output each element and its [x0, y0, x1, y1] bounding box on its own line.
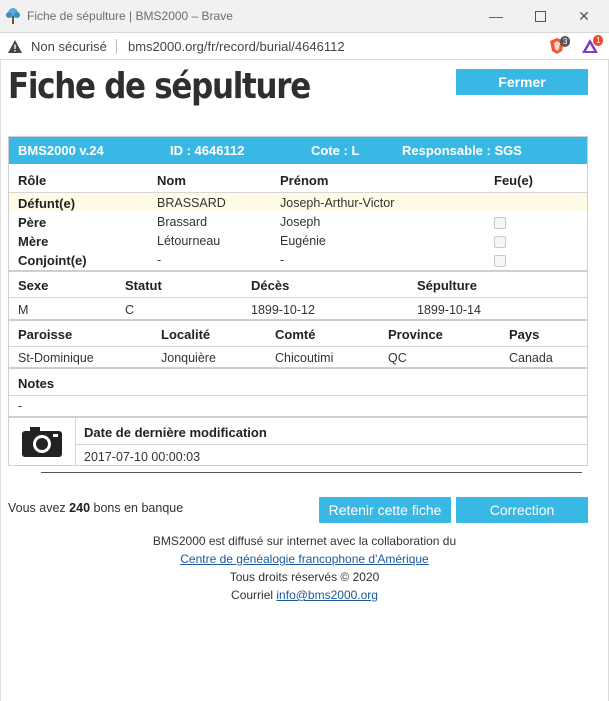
value-sexe: M — [18, 303, 29, 317]
close-button[interactable]: Fermer — [456, 69, 588, 95]
bank-prefix: Vous avez — [8, 501, 66, 515]
courriel-label: Courriel — [231, 588, 274, 602]
divider — [9, 416, 587, 418]
col-header-sepulture: Sépulture — [417, 278, 477, 293]
rewards-count: 1 — [593, 35, 604, 46]
address-bar[interactable]: Non sécurisé bms2000.org/fr/record/buria… — [0, 33, 609, 60]
record-id: ID : 4646112 — [170, 143, 245, 158]
role-conjoint: Conjoint(e) — [18, 253, 87, 268]
notes-value: - — [18, 399, 23, 413]
feu-checkbox-conjoint — [494, 255, 506, 267]
nom-mere: Létourneau — [157, 234, 221, 248]
role-defunt: Défunt(e) — [18, 196, 76, 211]
value-paroisse: St-Dominique — [18, 351, 94, 365]
nom-conjoint: - — [157, 253, 162, 267]
camera-icon[interactable] — [21, 426, 63, 458]
footer-contact: Courriel info@bms2000.org — [0, 586, 609, 604]
value-deces: 1899-10-12 — [251, 303, 315, 317]
brave-shield-count: 3 — [560, 36, 571, 47]
divider — [9, 395, 587, 396]
prenom-mere: Eugénie — [280, 234, 326, 248]
footer-rights: Tous droits réservés © 2020 — [229, 570, 380, 584]
value-province: QC — [388, 351, 407, 365]
window-title: Fiche de sépulture | BMS2000 – Brave — [27, 9, 233, 23]
divider — [9, 270, 587, 272]
record-card: BMS2000 v.24 ID : 4646112 Cote : L Respo… — [8, 136, 588, 466]
notes-header: Notes — [18, 376, 55, 391]
record-header-bar: BMS2000 v.24 ID : 4646112 Cote : L Respo… — [9, 137, 587, 164]
col-header-comte: Comté — [275, 327, 316, 342]
col-header-pays: Pays — [509, 327, 540, 342]
email-link[interactable]: info@bms2000.org — [276, 588, 378, 602]
maximize-icon — [534, 10, 546, 22]
col-header-role: Rôle — [18, 173, 47, 188]
col-header-province: Province — [388, 327, 443, 342]
value-pays: Canada — [509, 351, 553, 365]
minimize-icon: — — [489, 8, 503, 24]
nom-defunt: BRASSARD — [157, 196, 226, 210]
col-header-sexe: Sexe — [18, 278, 49, 293]
bank-amount: 240 — [69, 501, 91, 515]
value-comte: Chicoutimi — [275, 351, 334, 365]
col-header-paroisse: Paroisse — [18, 327, 73, 342]
col-header-prenom: Prénom — [280, 173, 329, 188]
window-titlebar: Fiche de sépulture | BMS2000 – Brave — ✕ — [0, 0, 609, 33]
version-label: BMS2000 v.24 — [18, 143, 104, 158]
col-header-localite: Localité — [161, 327, 211, 342]
record-responsable: Responsable : SGS — [402, 143, 522, 158]
prenom-conjoint: - — [280, 253, 285, 267]
address-separator — [116, 39, 117, 54]
record-cote: Cote : L — [311, 143, 360, 158]
page-title: Fiche de sépulture — [8, 66, 311, 107]
value-localite: Jonquière — [161, 351, 216, 365]
divider — [75, 444, 587, 445]
close-icon: ✕ — [578, 7, 590, 24]
value-sepulture: 1899-10-14 — [417, 303, 481, 317]
maximize-button[interactable] — [528, 5, 552, 27]
security-label[interactable]: Non sécurisé — [31, 39, 107, 54]
feu-checkbox-mere — [494, 236, 506, 248]
divider — [9, 297, 587, 298]
footer: BMS2000 est diffusé sur internet avec la… — [0, 532, 609, 604]
retain-record-button[interactable]: Retenir cette fiche — [319, 497, 451, 523]
cgfa-link[interactable]: Centre de généalogie francophone d'Améri… — [180, 552, 428, 566]
divider — [9, 367, 587, 369]
minimize-button[interactable]: — — [484, 5, 508, 27]
url-text[interactable]: bms2000.org/fr/record/burial/4646112 — [128, 39, 345, 54]
section-rule — [41, 472, 582, 473]
prenom-pere: Joseph — [280, 215, 321, 229]
correction-button[interactable]: Correction — [456, 497, 588, 523]
close-window-button[interactable]: ✕ — [572, 5, 596, 27]
modified-header: Date de dernière modification — [84, 425, 267, 440]
warning-icon — [8, 40, 22, 53]
role-pere: Père — [18, 215, 47, 230]
modified-value: 2017-07-10 00:00:03 — [84, 450, 201, 464]
app-tree-icon — [6, 8, 20, 24]
col-header-feu: Feu(e) — [494, 173, 533, 188]
value-statut: C — [125, 303, 135, 317]
role-mere: Mère — [18, 234, 49, 249]
col-header-statut: Statut — [125, 278, 162, 293]
bank-balance: Vous avez 240 bons en banque — [8, 501, 183, 515]
divider — [75, 418, 76, 466]
divider — [9, 346, 587, 347]
divider — [9, 319, 587, 321]
window-frame-left — [0, 60, 1, 701]
feu-checkbox-pere — [494, 217, 506, 229]
prenom-defunt: Joseph-Arthur-Victor — [280, 196, 395, 210]
bank-suffix: bons en banque — [93, 501, 184, 515]
nom-pere: Brassard — [157, 215, 208, 229]
col-header-deces: Décès — [251, 278, 290, 293]
footer-collab-text: BMS2000 est diffusé sur internet avec la… — [152, 534, 457, 548]
col-header-nom: Nom — [157, 173, 186, 188]
